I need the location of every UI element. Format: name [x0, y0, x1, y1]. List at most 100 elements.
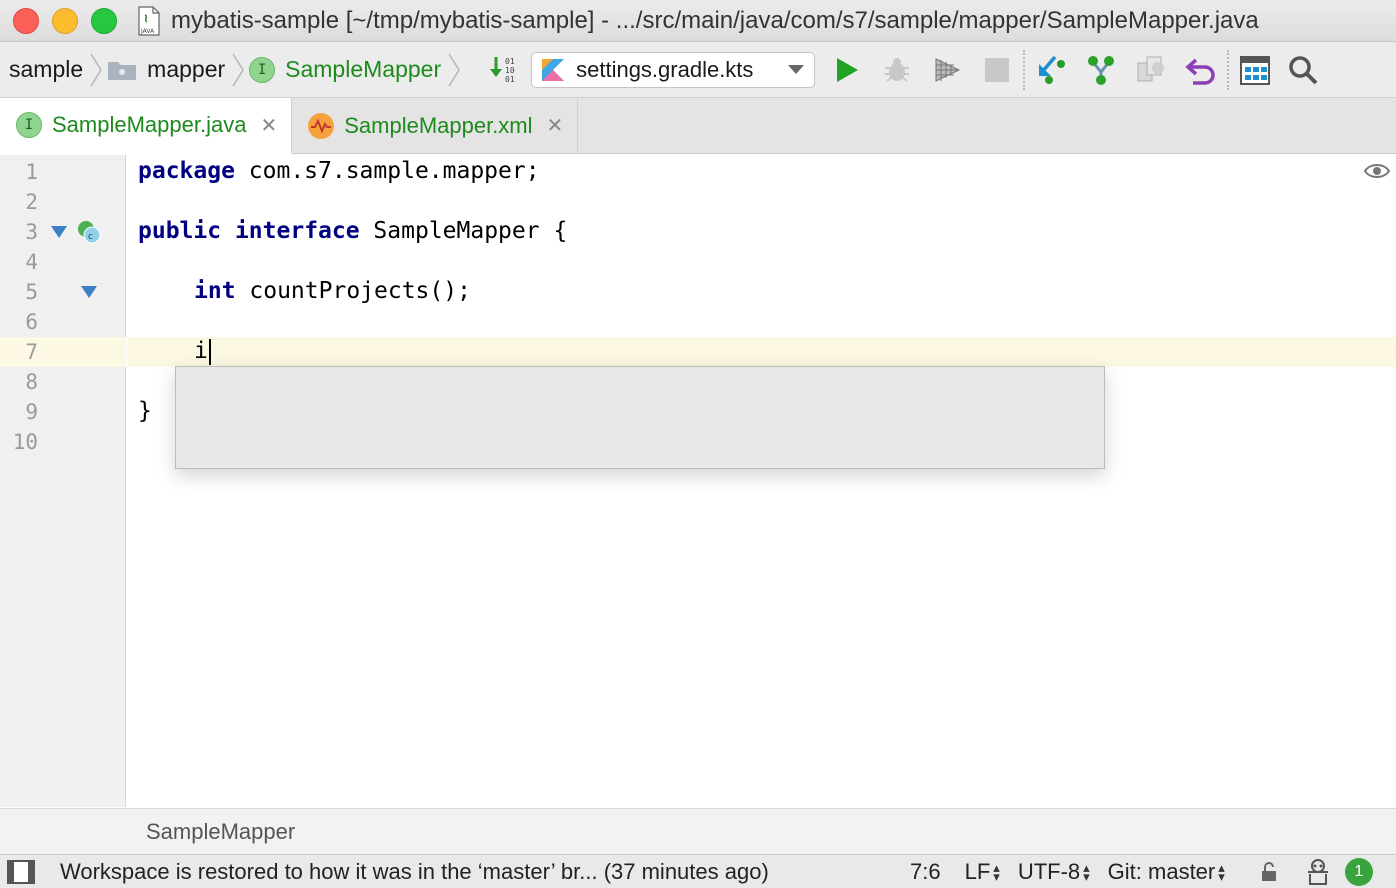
tool-windows-icon[interactable]	[6, 859, 36, 885]
breadcrumb-project[interactable]: sample	[9, 42, 107, 97]
debug-button[interactable]	[879, 52, 915, 88]
breadcrumb-package[interactable]: mapper	[107, 42, 249, 97]
package-folder-icon	[108, 61, 137, 80]
notifications-badge[interactable]: 1	[1344, 857, 1373, 886]
breadcrumb-class-label[interactable]: SampleMapper	[146, 819, 295, 845]
editor-gutter[interactable]: 1 2 3 4 5 6 7 8 9 10 c	[0, 155, 126, 807]
breadcrumb-package-label: mapper	[147, 56, 226, 82]
vcs-update-icon	[1039, 55, 1066, 84]
chevron-down-icon	[788, 65, 805, 74]
zoom-window-button[interactable]	[91, 7, 117, 34]
minimize-window-button[interactable]	[52, 7, 78, 34]
caret-position-label: 7:6	[910, 858, 941, 884]
vcs-update-button[interactable]	[1033, 52, 1069, 88]
vcs-branch-widget[interactable]: Git: master ▴ ▾	[1108, 859, 1225, 885]
svg-text:c: c	[88, 232, 93, 242]
fold-marker-icon[interactable]	[50, 225, 68, 239]
code-editor[interactable]: package com.s7.sample.mapper; public int…	[127, 155, 1396, 807]
line-number: 9	[25, 400, 38, 424]
keyword: public	[138, 218, 222, 244]
sort-binary-button[interactable]: 01 10 01	[487, 52, 523, 88]
keyword: package	[138, 158, 235, 184]
line-number: 6	[25, 310, 38, 334]
coverage-icon	[935, 57, 961, 82]
svg-text:01: 01	[505, 75, 515, 84]
sort-binary-icon: 01 10 01	[490, 56, 515, 84]
code-line-3: public interface SampleMapper {	[138, 218, 567, 244]
close-tab-icon[interactable]: ✕	[547, 113, 564, 138]
line-number: 10	[12, 430, 38, 454]
tab-label: SampleMapper.xml	[344, 112, 533, 138]
code-line-1: package com.s7.sample.mapper;	[138, 158, 540, 184]
chevron-right-icon	[90, 53, 103, 86]
breadcrumb-project-label: sample	[9, 56, 84, 82]
status-message[interactable]: Workspace is restored to how it was in t…	[60, 859, 860, 885]
code-text: SampleMapper {	[359, 218, 568, 244]
search-everywhere-button[interactable]	[1285, 52, 1321, 88]
encoding-label: UTF-8	[1017, 858, 1081, 884]
lock-icon[interactable]	[1259, 861, 1279, 883]
chevron-right-icon	[448, 53, 460, 86]
keyword: interface	[234, 218, 360, 244]
svg-text:01: 01	[505, 57, 515, 66]
project-structure-icon	[1240, 55, 1271, 85]
breadcrumb-class[interactable]: I SampleMapper	[249, 42, 465, 97]
caret-position[interactable]: 7:6	[910, 859, 941, 885]
text-caret	[208, 338, 211, 365]
toolbar-separator	[1227, 49, 1230, 90]
vcs-commit-icon	[1088, 55, 1115, 85]
status-bar: Workspace is restored to how it was in t…	[0, 854, 1396, 888]
stop-icon	[985, 57, 1010, 82]
editor-breadcrumb-bar: SampleMapper	[0, 808, 1396, 854]
line-number: 7	[25, 340, 38, 364]
line-number: 1	[25, 160, 38, 184]
line-number: 5	[25, 280, 38, 304]
up-down-arrows-icon: ▴ ▾	[1083, 859, 1090, 884]
vcs-branch-label: Git: master	[1107, 858, 1216, 884]
mybatis-xml-icon	[308, 112, 335, 139]
code-text: }	[138, 398, 152, 424]
search-icon	[1289, 55, 1318, 84]
line-number: 4	[25, 250, 38, 274]
svg-text:10: 10	[505, 66, 515, 75]
line-number: 8	[25, 370, 38, 394]
line-separator-widget[interactable]: LF ▴ ▾	[965, 859, 1000, 885]
revert-button[interactable]	[1183, 52, 1219, 88]
inspector-icon[interactable]	[1305, 858, 1331, 886]
bug-icon	[885, 57, 910, 82]
run-configuration-select[interactable]: settings.gradle.kts	[531, 51, 816, 88]
close-window-button[interactable]	[13, 7, 39, 34]
undo-arrow-icon	[1185, 58, 1215, 85]
run-configuration-label: settings.gradle.kts	[576, 56, 754, 82]
implemented-gutter-icon[interactable]: c	[76, 219, 102, 245]
implemented-method-icon[interactable]	[80, 285, 98, 299]
window-controls	[13, 7, 117, 34]
navigation-toolbar: sample mapper I SampleMapper 01 10 01 se…	[0, 42, 1396, 98]
svg-text:JAVA: JAVA	[140, 28, 155, 35]
java-file-icon: JAVA	[138, 5, 160, 36]
project-structure-button[interactable]	[1237, 52, 1273, 88]
interface-icon: I	[16, 112, 42, 138]
completion-popup[interactable]	[175, 366, 1105, 469]
vcs-commit-button[interactable]	[1083, 52, 1119, 88]
encoding-widget[interactable]: UTF-8 ▴ ▾	[1018, 859, 1090, 885]
code-text: com.s7.sample.mapper;	[234, 158, 540, 184]
compare-icon	[1137, 56, 1165, 81]
run-with-coverage-button[interactable]	[929, 52, 965, 88]
eye-icon[interactable]	[1364, 163, 1390, 179]
compare-button[interactable]	[1133, 52, 1169, 88]
code-line-5: int countProjects();	[194, 278, 471, 304]
code-text: countProjects();	[235, 278, 471, 304]
tab-samplemapper-xml[interactable]: SampleMapper.xml ✕	[292, 98, 579, 153]
close-tab-icon[interactable]: ✕	[260, 113, 277, 138]
interface-icon: I	[249, 56, 276, 83]
stop-button[interactable]	[979, 52, 1015, 88]
code-line-7: i	[194, 338, 211, 365]
up-down-arrows-icon: ▴ ▾	[993, 859, 1000, 884]
kotlin-script-icon	[542, 58, 565, 81]
keyword: int	[194, 278, 236, 304]
up-down-arrows-icon: ▴ ▾	[1218, 859, 1225, 884]
run-button[interactable]	[829, 52, 865, 88]
tab-samplemapper-java[interactable]: I SampleMapper.java ✕	[0, 98, 293, 154]
tab-label: SampleMapper.java	[52, 112, 247, 137]
